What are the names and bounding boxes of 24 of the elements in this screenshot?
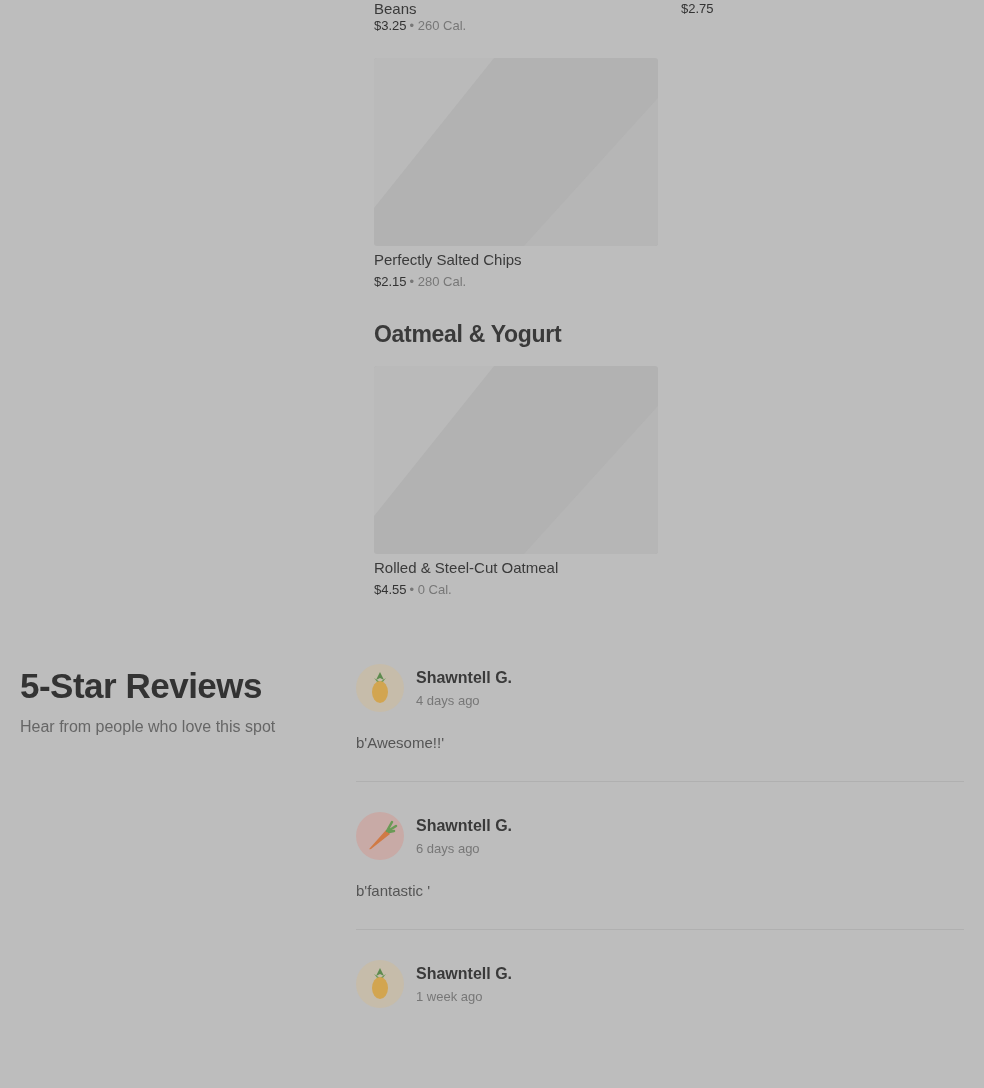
review-time: 1 week ago xyxy=(416,988,484,1004)
item-price: $3.25 xyxy=(374,18,407,33)
review-time: 6 days ago xyxy=(416,840,481,856)
section-title: Oatmeal & Yogurt xyxy=(374,321,563,348)
pineapple-avatar-icon xyxy=(356,960,404,1008)
item-name: Perfectly Salted Chips xyxy=(374,250,523,270)
item-name: Rolled & Steel-Cut Oatmeal xyxy=(374,558,560,578)
reviewer-name: Shawntell G. xyxy=(416,964,512,983)
item-name: Beans xyxy=(374,0,418,17)
reviews-title: 5-Star Reviews xyxy=(20,666,264,706)
item-price: $2.75 xyxy=(681,1,714,16)
reviewer-name: Shawntell G. xyxy=(416,816,512,835)
carrot-avatar-icon xyxy=(356,812,404,860)
review-text: b'fantastic ' xyxy=(356,882,432,899)
item-calories: • 280 Cal. xyxy=(409,274,467,289)
item-calories: • 0 Cal. xyxy=(409,582,452,597)
item-calories: • 260 Cal. xyxy=(409,18,467,33)
reviews-subtitle: Hear from people who love this spot xyxy=(20,718,277,736)
pineapple-avatar-icon xyxy=(356,664,404,712)
item-price: $4.55 xyxy=(374,582,407,597)
review-time: 4 days ago xyxy=(416,692,481,708)
item-price: $2.15 xyxy=(374,274,407,289)
reviewer-name: Shawntell G. xyxy=(416,668,512,687)
review-text: b'Awesome!!' xyxy=(356,734,445,751)
